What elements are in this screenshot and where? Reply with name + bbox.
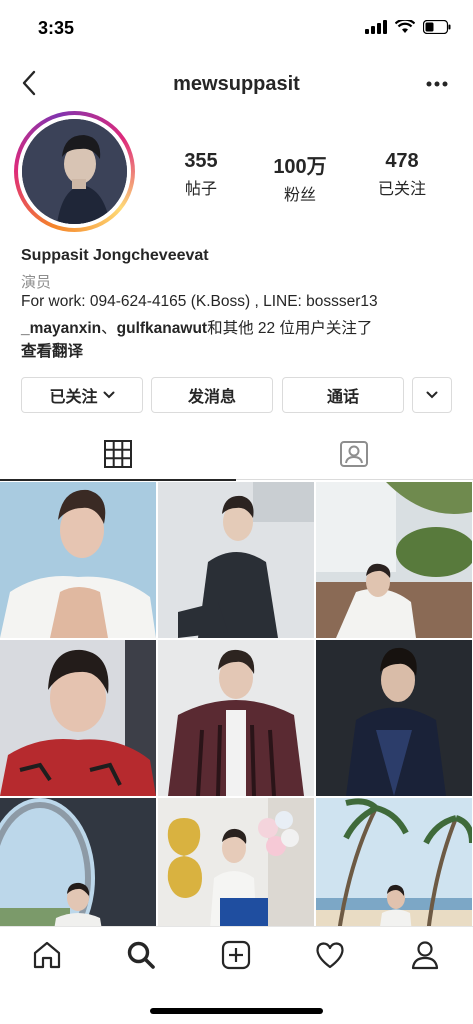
tagged-person-icon bbox=[340, 441, 368, 467]
status-bar: 3:35 bbox=[0, 0, 473, 58]
posts-count[interactable]: 355 帖子 bbox=[156, 150, 246, 199]
nav-activity[interactable] bbox=[310, 935, 350, 975]
profile-icon bbox=[411, 941, 439, 970]
home-icon bbox=[33, 941, 61, 969]
wifi-icon bbox=[395, 20, 415, 33]
nav-profile[interactable] bbox=[405, 935, 445, 975]
full-name: Suppasit Jongcheveevat bbox=[21, 247, 209, 264]
chevron-down-icon bbox=[103, 391, 114, 399]
profile-category: 演员 bbox=[21, 274, 52, 291]
nav-home[interactable] bbox=[27, 935, 67, 975]
nav-search[interactable] bbox=[121, 935, 161, 975]
avatar[interactable] bbox=[22, 119, 127, 224]
grid-icon bbox=[104, 440, 132, 468]
tab-tagged[interactable] bbox=[236, 428, 472, 480]
stat-label: 粉丝 bbox=[283, 187, 316, 204]
heart-icon bbox=[316, 942, 344, 969]
tab-grid[interactable] bbox=[0, 428, 236, 481]
nav-new-post[interactable] bbox=[216, 935, 256, 975]
cellular-signal-icon bbox=[365, 20, 387, 34]
stat-value: 478 bbox=[385, 150, 419, 172]
home-indicator bbox=[150, 1008, 323, 1014]
status-time: 3:35 bbox=[38, 18, 75, 38]
posts-grid bbox=[0, 482, 473, 954]
followed-by-user[interactable]: _mayanxin bbox=[21, 320, 101, 337]
stat-label: 已关注 bbox=[377, 181, 426, 198]
stat-label: 帖子 bbox=[184, 181, 217, 198]
status-icons bbox=[365, 20, 451, 34]
message-button[interactable]: 发消息 bbox=[151, 377, 273, 413]
grid-post[interactable] bbox=[158, 640, 314, 796]
suggested-accounts-button[interactable] bbox=[412, 377, 452, 413]
more-options-button[interactable] bbox=[423, 72, 451, 96]
profile-header: mewsuppasit bbox=[0, 60, 473, 108]
grid-post[interactable] bbox=[158, 482, 314, 638]
followed-separator: 、 bbox=[101, 320, 117, 337]
bio-text: For work: 094-624-4165 (K.Boss) , LINE: … bbox=[21, 293, 378, 310]
add-post-icon bbox=[221, 940, 251, 970]
message-label: 发消息 bbox=[187, 389, 236, 406]
profile-username: mewsuppasit bbox=[173, 73, 300, 95]
stat-value: 355 bbox=[184, 150, 218, 172]
grid-post[interactable] bbox=[316, 640, 472, 796]
followed-by-user[interactable]: gulfkanawut bbox=[117, 320, 207, 337]
more-dots-icon bbox=[426, 81, 448, 87]
battery-icon bbox=[423, 20, 451, 34]
avatar-border bbox=[18, 115, 131, 228]
avatar-image bbox=[22, 119, 127, 224]
grid-post[interactable] bbox=[0, 482, 156, 638]
following-button[interactable]: 已关注 bbox=[21, 377, 143, 413]
call-button[interactable]: 通话 bbox=[282, 377, 404, 413]
active-tab-indicator bbox=[0, 479, 236, 481]
grid-post[interactable] bbox=[0, 640, 156, 796]
call-label: 通话 bbox=[326, 389, 359, 406]
following-label: 已关注 bbox=[49, 389, 98, 406]
profile-tabs bbox=[0, 428, 473, 481]
stat-value: 100万 bbox=[273, 156, 327, 178]
grid-post[interactable] bbox=[316, 482, 472, 638]
following-count[interactable]: 478 已关注 bbox=[357, 150, 447, 199]
followed-by[interactable]: _mayanxin、gulfkanawut和其他 22 位用户关注了 bbox=[21, 316, 372, 338]
followers-count[interactable]: 100万 粉丝 bbox=[255, 150, 345, 205]
search-icon bbox=[127, 941, 155, 969]
chevron-down-icon bbox=[426, 391, 438, 399]
story-ring[interactable] bbox=[14, 111, 135, 232]
followed-by-suffix: 和其他 22 位用户关注了 bbox=[207, 320, 373, 337]
see-translation-link[interactable]: 查看翻译 bbox=[21, 339, 83, 361]
